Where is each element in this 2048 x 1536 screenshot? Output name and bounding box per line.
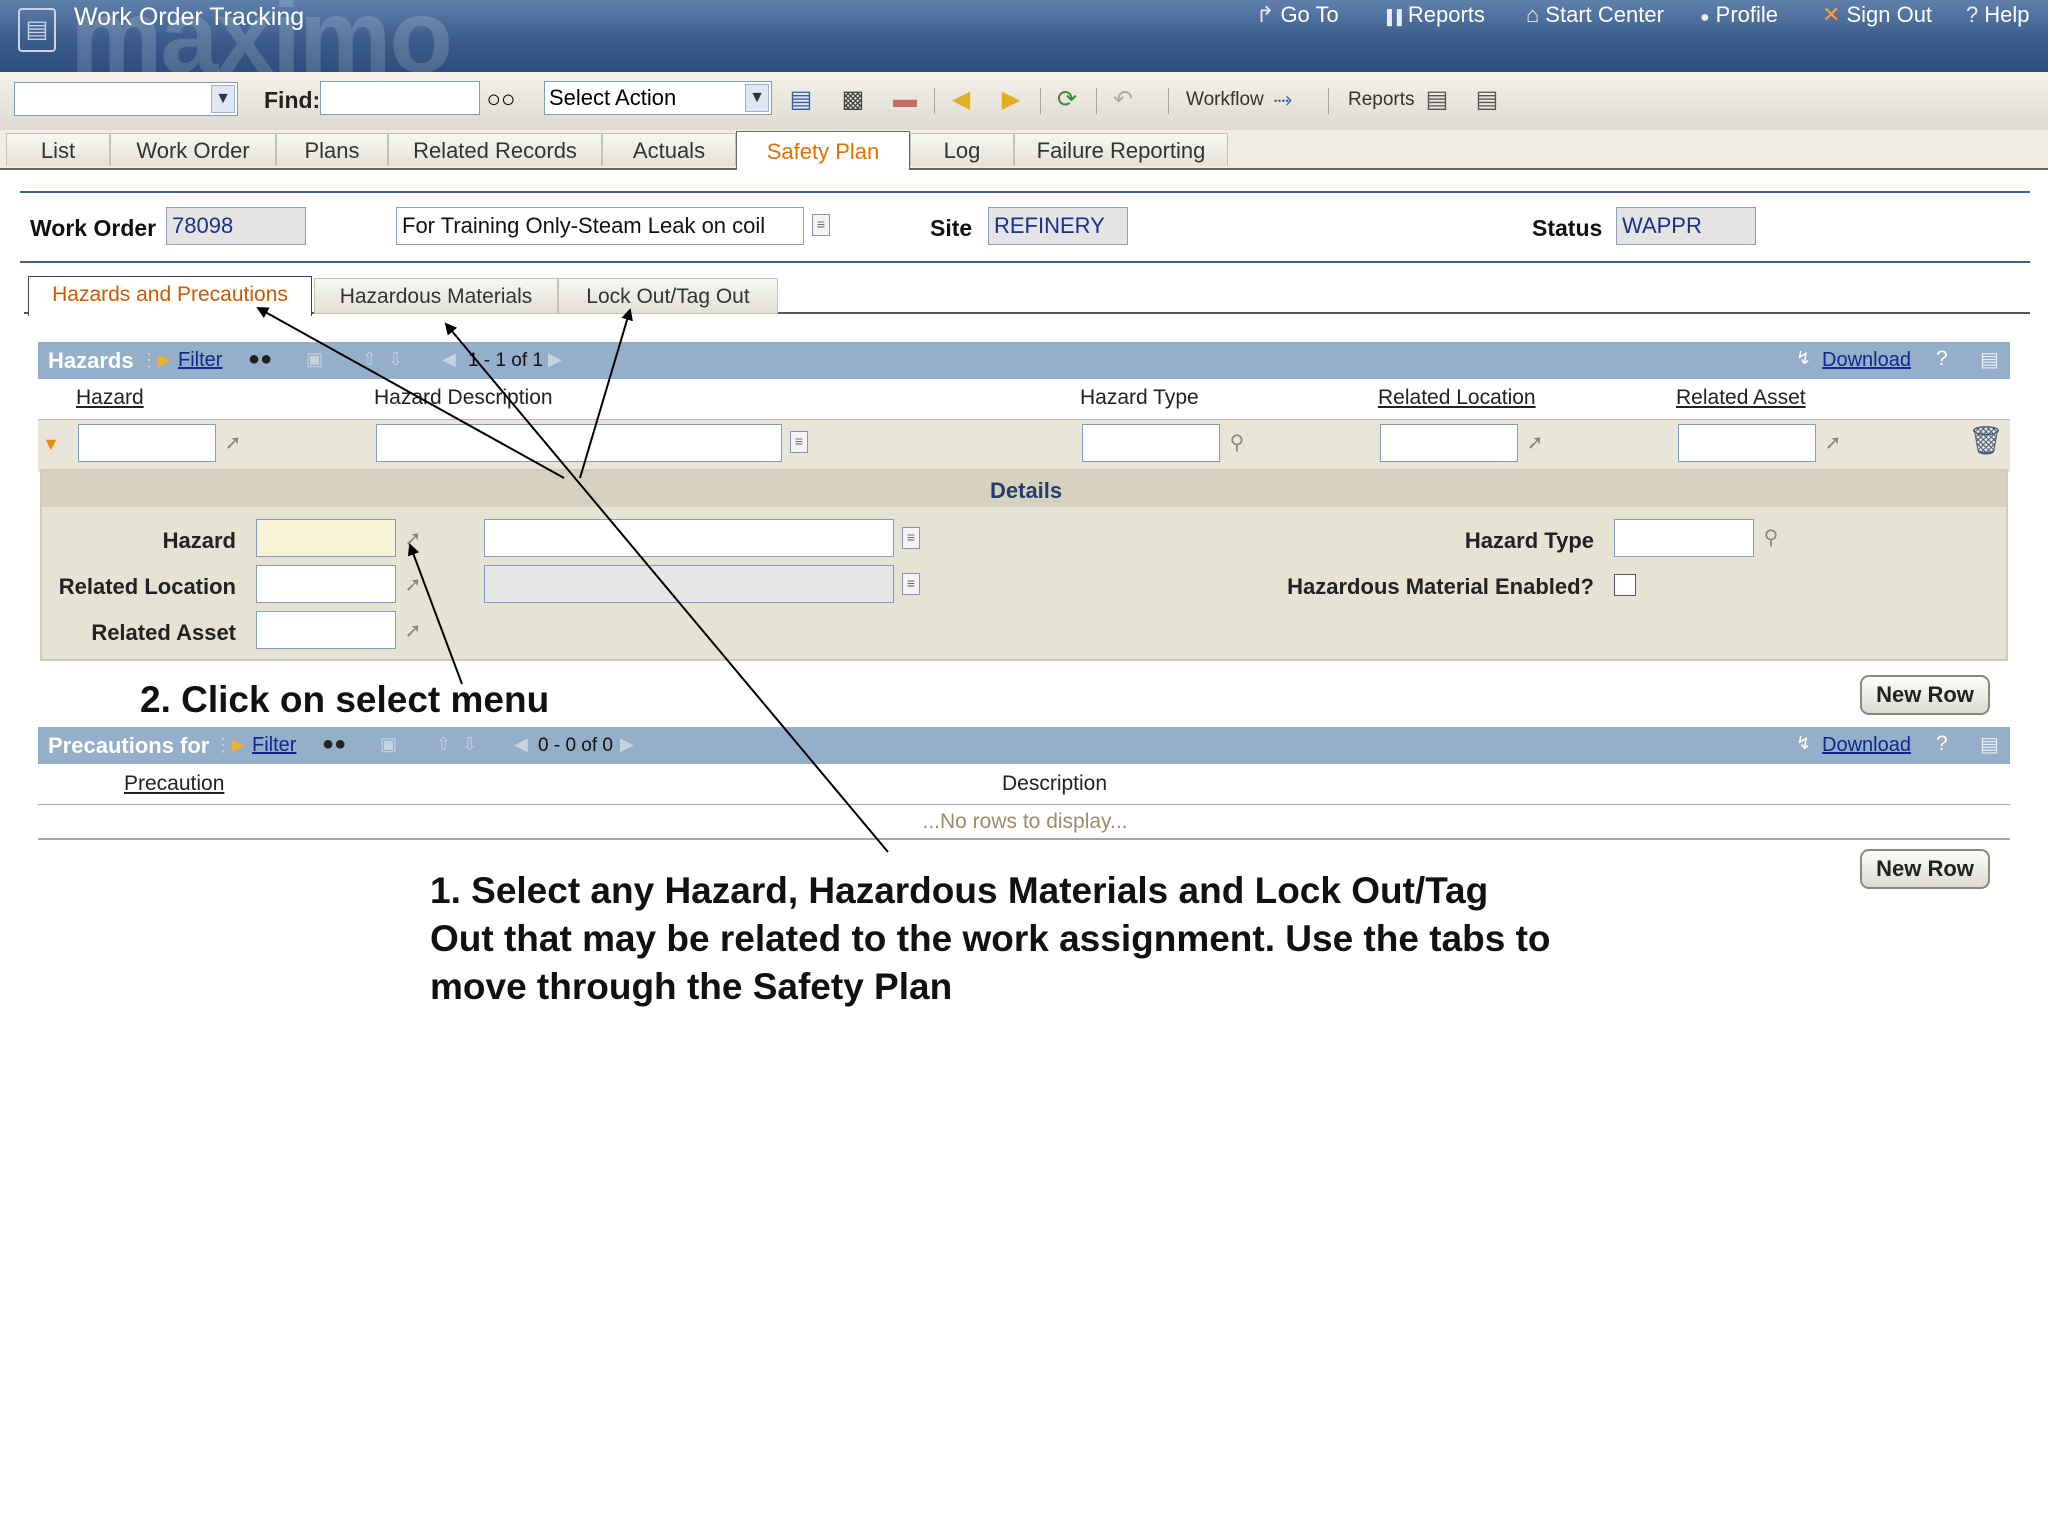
arrow-to-hazardous-materials-tab bbox=[444, 322, 889, 853]
arrow-to-select-menu bbox=[407, 543, 463, 685]
annotation-arrows bbox=[256, 307, 889, 853]
arrow-to-lockout-tab bbox=[579, 308, 633, 479]
arrow-to-hazards-tab bbox=[256, 307, 565, 479]
